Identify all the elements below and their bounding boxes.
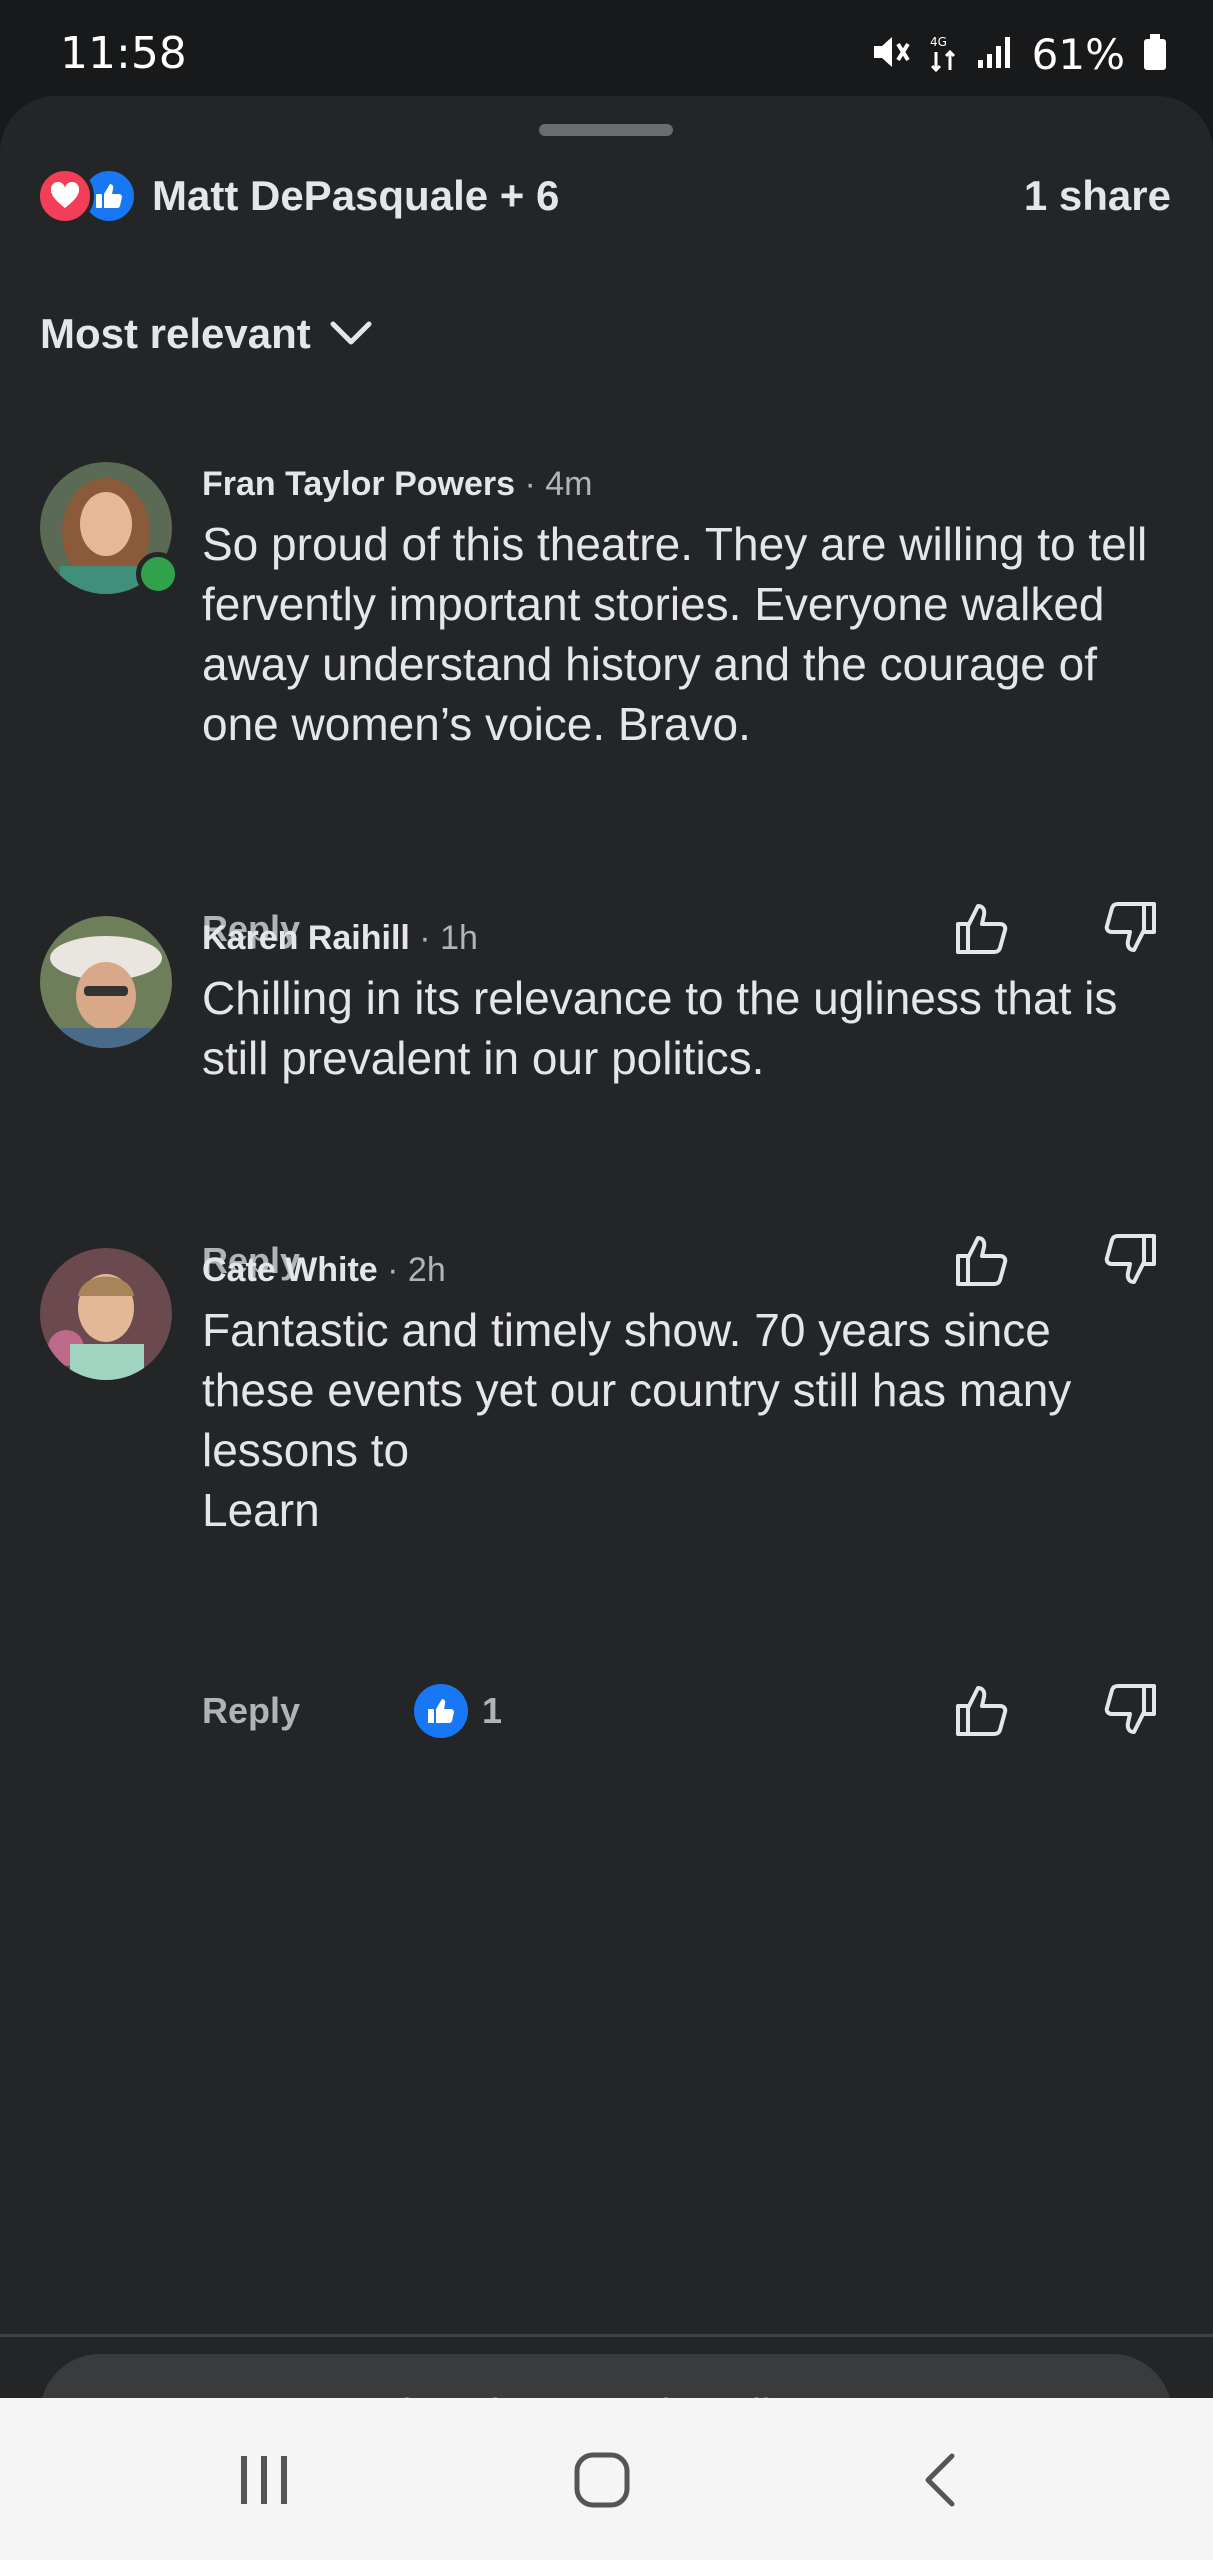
avatar[interactable] xyxy=(40,1248,172,1380)
comment-text: Fantastic and timely show. 70 years sinc… xyxy=(202,1304,1072,1536)
comment-author[interactable]: Fran Taylor Powers xyxy=(202,465,515,503)
love-reaction-icon xyxy=(36,167,94,225)
comment-body: Cate White · 2h Fantastic and timely sho… xyxy=(202,1248,1162,1540)
recents-icon[interactable] xyxy=(224,2448,304,2512)
online-indicator xyxy=(136,552,180,596)
signal-icon xyxy=(976,34,1014,75)
share-count[interactable]: 1 share xyxy=(1024,172,1171,220)
comment-time: · 1h xyxy=(419,919,478,957)
back-icon[interactable] xyxy=(900,2448,980,2512)
comment-item: Fran Taylor Powers · 4m So proud of this… xyxy=(0,462,1213,954)
system-nav-bar xyxy=(0,2398,1213,2560)
mute-icon xyxy=(870,34,910,75)
home-icon[interactable] xyxy=(562,2448,642,2512)
composer-divider xyxy=(0,2334,1213,2337)
comment-input[interactable] xyxy=(82,2354,1126,2398)
comment-composer[interactable] xyxy=(40,2354,1172,2398)
comment-time: · 2h xyxy=(387,1251,446,1289)
data-icon: 4G xyxy=(928,32,958,77)
like-reaction-icon xyxy=(414,1684,468,1738)
thumb-up-icon[interactable] xyxy=(950,1678,1014,1742)
comment-body: Fran Taylor Powers · 4m So proud of this… xyxy=(202,462,1162,754)
like-count-badge[interactable]: 1 xyxy=(414,1684,502,1738)
comment-author[interactable]: Cate White xyxy=(202,1251,378,1289)
status-icons: 4G 61% xyxy=(870,30,1167,79)
author-line: Karen Raihill · 1h xyxy=(202,916,1162,960)
like-count: 1 xyxy=(482,1690,503,1731)
comment-text: Chilling in its relevance to the uglines… xyxy=(202,972,1118,1084)
svg-text:4G: 4G xyxy=(930,35,947,49)
comment-actions: Reply 1 xyxy=(202,1678,1162,1748)
comment-text: So proud of this theatre. They are willi… xyxy=(202,518,1148,750)
comment-time: · 4m xyxy=(524,465,593,503)
reaction-summary[interactable]: Matt DePasquale + 6 1 share xyxy=(36,166,1177,226)
reactors-text[interactable]: Matt DePasquale + 6 xyxy=(152,172,559,220)
author-line: Fran Taylor Powers · 4m xyxy=(202,462,1162,506)
author-line: Cate White · 2h xyxy=(202,1248,1162,1292)
sort-label: Most relevant xyxy=(40,310,311,357)
comment-item: Karen Raihill · 1h Chilling in its relev… xyxy=(0,916,1213,1286)
comment-body: Karen Raihill · 1h Chilling in its relev… xyxy=(202,916,1162,1088)
comment-author[interactable]: Karen Raihill xyxy=(202,919,410,957)
thumb-down-icon[interactable] xyxy=(1098,1678,1162,1742)
comments-sheet: Matt DePasquale + 6 1 share Most relevan… xyxy=(0,96,1213,2398)
battery-percent: 61% xyxy=(1031,30,1125,79)
sort-dropdown[interactable]: Most relevant xyxy=(40,310,373,358)
battery-icon xyxy=(1143,33,1167,76)
avatar[interactable] xyxy=(40,916,172,1048)
reply-button[interactable]: Reply xyxy=(202,1690,300,1732)
comment-item: Cate White · 2h Fantastic and timely sho… xyxy=(0,1248,1213,1738)
drag-handle[interactable] xyxy=(539,124,673,136)
chevron-down-icon xyxy=(329,310,373,358)
status-time: 11:58 xyxy=(60,28,187,79)
status-bar: 11:58 4G 61% xyxy=(0,0,1213,100)
